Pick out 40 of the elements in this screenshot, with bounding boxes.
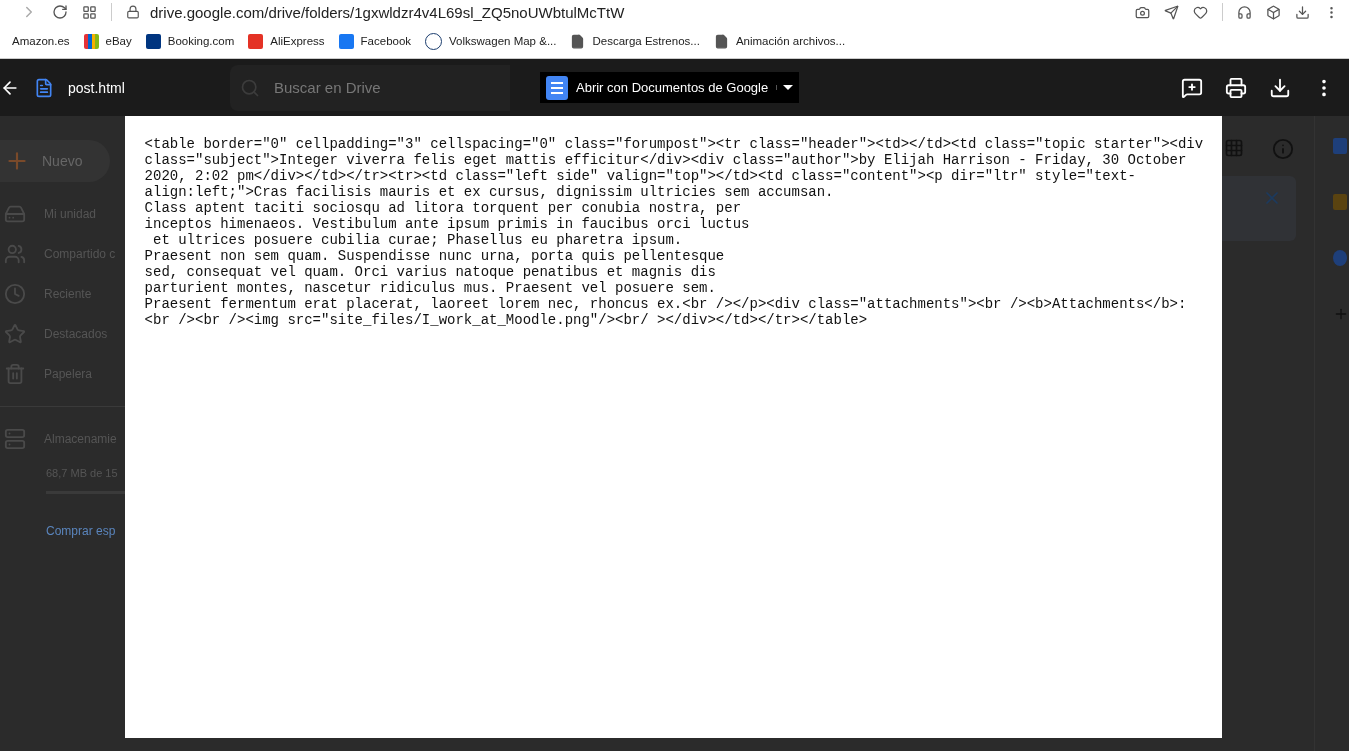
url-text[interactable]: drive.google.com/drive/folders/1gxwldzr4v4L69sl_ZQ5noUWbtulMcTtW (150, 3, 625, 21)
bookmark-link[interactable]: Amazon.es (12, 35, 70, 47)
clock-icon (4, 283, 26, 305)
headphones-icon[interactable] (1237, 4, 1252, 20)
bookmark-link[interactable]: eBay (83, 33, 132, 49)
camera-icon[interactable] (1135, 4, 1150, 20)
star-icon (4, 323, 26, 345)
page-icon (570, 33, 586, 49)
bookmark-link[interactable]: Descarga Estrenos... (570, 33, 700, 49)
download-icon[interactable] (1295, 4, 1310, 20)
bookmark-link[interactable]: Facebook (338, 33, 412, 49)
bookmark-link[interactable]: Animación archivos... (713, 33, 846, 49)
apps-grid-icon[interactable] (82, 4, 97, 20)
reload-icon[interactable] (52, 4, 68, 20)
lock-icon (126, 5, 140, 19)
page-icon (713, 33, 729, 49)
heart-icon[interactable] (1193, 4, 1208, 20)
bookmark-link[interactable]: Booking.com (145, 33, 235, 49)
bookmark-link[interactable]: AliExpress (248, 33, 325, 49)
send-icon[interactable] (1164, 4, 1179, 20)
file-name: post.html (68, 79, 125, 96)
cube-icon[interactable] (1266, 4, 1281, 20)
download-icon[interactable] (1269, 76, 1291, 99)
add-comment-icon[interactable] (1181, 76, 1203, 99)
search-field[interactable]: Buscar en Drive (230, 64, 510, 111)
document-text: <table border="0" cellpadding="3" cellspacing="0" class="forumpost"><tr class="header"><td></td><td class="topic starter"><div class="subject">Integer viverra felis eget mattis efficitur</div><div class="author">by Elijah Harrison - Friday, 30 October 2020, 2:02 pm</div></td></tr><tr><td class="left side" valign="top"></td><td class="content"><p dir="ltr" style="text-align:left;">Cras facilisis mauris et ex cursus, dignissim ultricies sem accumsan. Class aptent taciti sociosqu ad litora torquent per conubia nostra, per inceptos himenaeos. Vestibulum ante ipsum primis in faucibus orci luctus et ultrices posuere cubilia curae; Phasellus eu pharetra ipsum. Praesent non sem quam. Suspendisse nunc urna, porta quis pellentesque sed, consequat vel quam. Orci varius natoque penatibus et magnis dis parturient montes, nascetur ridiculus mus. Praesent vel posuere sem. Praesent fermentum erat placerat, laoreet lorem nec, rhoncus ex.<br /></p><div class="attachments"><br /><b>Attachments</b>:<br /><br /><img src="site_files/I_work_at_Moodle.png"/><br/ ></div></td></tr></table> (144, 136, 1205, 328)
storage-icon (4, 428, 26, 450)
caret-icon[interactable] (783, 85, 794, 90)
drive-icon (4, 203, 26, 225)
open-with-button[interactable]: Abrir con Documentos de Google (540, 72, 800, 103)
docs-logo-icon (546, 75, 568, 100)
search-icon (240, 77, 260, 98)
people-icon (4, 243, 26, 265)
plus-icon (1333, 306, 1349, 322)
bookmark-link[interactable]: Volkswagen Map &... (425, 32, 557, 50)
document-icon (34, 77, 54, 98)
ebay-bag-icon (83, 33, 99, 49)
info-icon (1272, 138, 1294, 160)
trash-icon (4, 363, 26, 385)
print-icon[interactable] (1225, 76, 1247, 99)
